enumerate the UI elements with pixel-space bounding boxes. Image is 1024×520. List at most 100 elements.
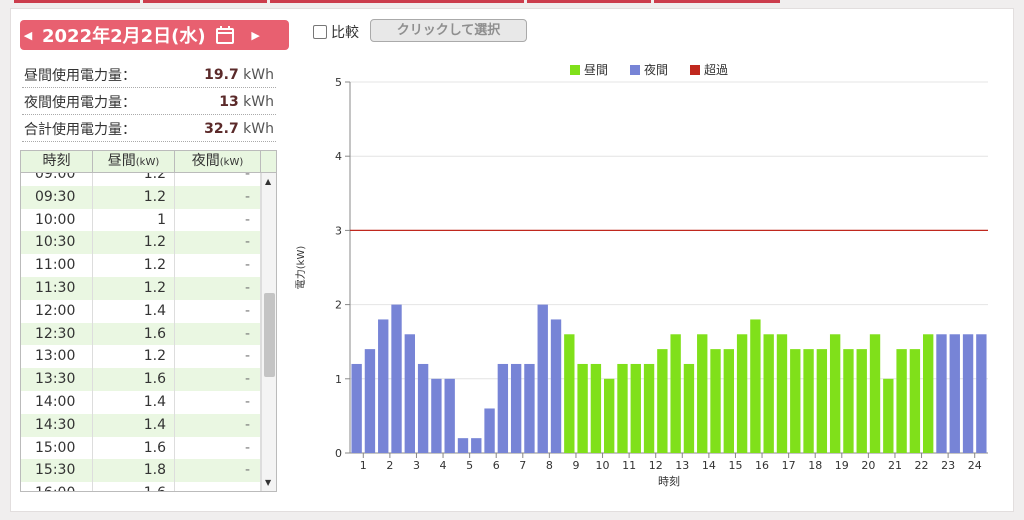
summary-value: 19.7 [204,66,239,83]
table-row: 14:00 1.4- [21,390,261,414]
x-tick-label: 5 [466,459,473,472]
x-tick-label: 18 [808,459,822,472]
nav-tab-2[interactable] [143,0,267,3]
x-tick-label: 22 [915,459,929,472]
bar [843,349,854,453]
legend-swatch [570,65,580,75]
nav-tab-3[interactable] [270,0,524,3]
x-tick-label: 20 [861,459,875,472]
table-row: 13:30 1.6- [21,368,261,391]
scroll-up-icon[interactable]: ▲ [265,177,271,186]
x-tick-label: 13 [675,459,689,472]
table-cell-night: - [175,254,261,277]
bar [643,363,655,453]
y-tick-label: 0 [335,447,342,460]
table-row: 09:30 1.2- [21,185,261,209]
bar [351,363,362,453]
table-cell-time: 12:30 [21,322,93,346]
current-date: 2022年2月2日(水) [42,26,206,47]
bar [803,349,814,453]
bar [510,363,522,453]
table-cell-day: 1.4 [93,390,175,414]
table-cell-time: 13:00 [21,345,93,369]
table-cell-night: - [175,322,261,346]
nav-tab-5[interactable] [654,0,780,3]
calendar-icon[interactable] [214,24,236,46]
bar [657,349,668,453]
table-cell-time: 11:00 [21,254,93,277]
bar [670,334,681,453]
legend-label: 昼間 [584,63,608,77]
table-cell-night: - [175,185,261,209]
table-cell-time: 13:30 [21,368,93,391]
table-row: 11:30 1.2- [21,276,261,300]
table-cell-night: - [175,345,261,369]
compare-checkbox[interactable] [313,25,327,39]
next-day-button[interactable]: ▶ [248,29,264,42]
compare-toggle[interactable]: 比較 [313,22,359,42]
table-cell-time: 09:00 [21,173,93,186]
x-tick-label: 8 [546,459,553,472]
table-cell-night: - [175,173,261,186]
table-cell-day: 1.2 [93,173,175,186]
usage-table: 時刻 昼間(kW) 夜間(kW) 09:00 1.2-09:30 1.2-10:00… [20,150,277,492]
compare-select-button[interactable]: クリックして選択 [370,19,527,42]
scroll-thumb[interactable] [264,293,275,377]
column-header-time: 時刻 [21,151,93,172]
bar [763,334,774,453]
bar [923,334,934,453]
summary-day: 昼間使用電力量： 19.7 kWh [22,62,276,88]
bar [564,334,575,453]
summary-unit: kWh [243,120,274,137]
x-tick-label: 9 [572,459,579,472]
bar [883,378,894,453]
y-tick-label: 1 [335,373,342,386]
bar [431,378,442,453]
table-cell-night: - [175,368,261,391]
table-row: 12:00 1.4- [21,299,261,323]
table-row: 11:00 1.2- [21,254,261,277]
summary-value: 32.7 [204,120,239,137]
x-tick-label: 17 [782,459,796,472]
nav-tab-4[interactable] [527,0,651,3]
x-tick-label: 4 [440,459,447,472]
bar [444,378,455,453]
x-tick-label: 12 [649,459,663,472]
summary-unit: kWh [243,66,274,83]
x-tick-label: 3 [413,459,420,472]
bar [723,349,734,453]
table-cell-night: - [175,208,261,232]
bar [471,438,482,453]
table-cell-day: 1.2 [93,185,175,209]
table-cell-day: 1.6 [93,482,175,491]
x-tick-label: 2 [386,459,393,472]
scroll-down-icon[interactable]: ▼ [265,478,271,487]
bar [790,349,801,453]
prev-day-button[interactable]: ◀ [20,29,36,42]
bar [896,349,907,453]
bar [617,363,628,453]
bar [816,349,828,453]
x-tick-label: 19 [835,459,849,472]
x-tick-label: 1 [360,459,367,472]
x-tick-label: 24 [968,459,982,472]
table-cell-day: 1 [93,208,175,232]
top-nav-tabs [0,0,1024,4]
legend-swatch [690,65,700,75]
summary-label: 夜間使用電力量： [24,94,136,111]
x-tick-label: 14 [702,459,716,472]
table-row: 09:00 1.2- [21,173,261,186]
bar [949,334,960,453]
nav-tab-1[interactable] [14,0,140,3]
summary-value: 13 [219,93,239,110]
table-cell-day: 1.6 [93,368,175,391]
bar [909,349,921,453]
table-body[interactable]: 09:00 1.2-09:30 1.2-10:00 1-10:30 1.2-11:00 1… [21,173,261,491]
table-scrollbar[interactable]: ▲ ▼ [261,173,276,491]
bar [736,334,748,453]
table-row: 16:001.6- [21,482,261,491]
bar [577,363,588,453]
table-cell-night: - [175,482,261,491]
bar [829,334,841,453]
table-row: 13:00 1.2- [21,345,261,369]
